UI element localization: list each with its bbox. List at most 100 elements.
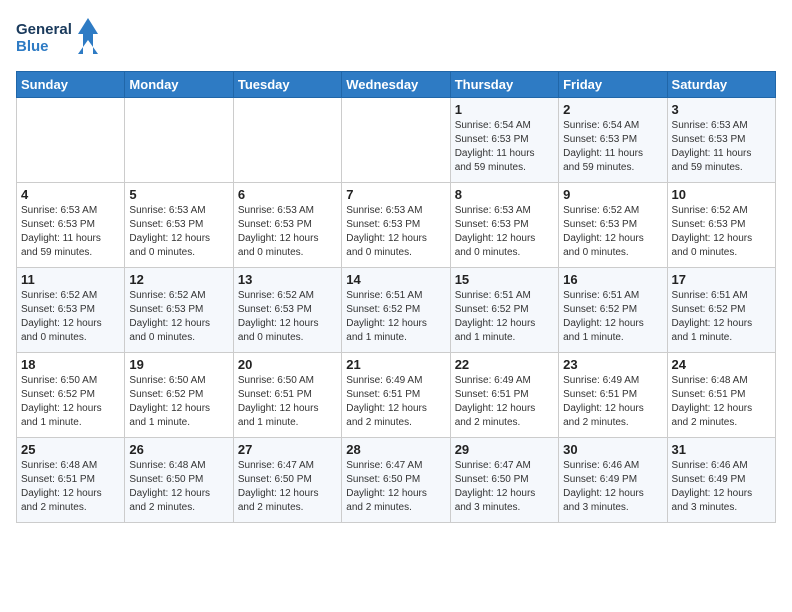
day-number: 2 [563, 102, 662, 117]
day-info: Sunrise: 6:51 AM Sunset: 6:52 PM Dayligh… [346, 289, 445, 345]
calendar-cell [17, 98, 125, 183]
day-number: 24 [672, 357, 771, 372]
day-info: Sunrise: 6:46 AM Sunset: 6:49 PM Dayligh… [672, 459, 771, 515]
day-number: 20 [238, 357, 337, 372]
day-number: 7 [346, 187, 445, 202]
day-number: 8 [455, 187, 554, 202]
logo-svg: General Blue [16, 16, 106, 61]
day-info: Sunrise: 6:49 AM Sunset: 6:51 PM Dayligh… [346, 374, 445, 430]
calendar-cell: 9 Sunrise: 6:52 AM Sunset: 6:53 PM Daylig… [559, 183, 667, 268]
day-number: 5 [129, 187, 228, 202]
calendar-cell: 10 Sunrise: 6:52 AM Sunset: 6:53 PM Dayli… [667, 183, 775, 268]
day-number: 23 [563, 357, 662, 372]
days-of-week-row: SundayMondayTuesdayWednesdayThursdayFrid… [17, 72, 776, 98]
calendar-cell: 6 Sunrise: 6:53 AM Sunset: 6:53 PM Daylig… [233, 183, 341, 268]
logo: General Blue [16, 16, 106, 61]
calendar-cell: 12 Sunrise: 6:52 AM Sunset: 6:53 PM Dayli… [125, 268, 233, 353]
day-info: Sunrise: 6:53 AM Sunset: 6:53 PM Dayligh… [346, 204, 445, 260]
day-info: Sunrise: 6:50 AM Sunset: 6:51 PM Dayligh… [238, 374, 337, 430]
day-info: Sunrise: 6:46 AM Sunset: 6:49 PM Dayligh… [563, 459, 662, 515]
svg-text:Blue: Blue [16, 38, 49, 55]
dow-header-thursday: Thursday [450, 72, 558, 98]
page-header: General Blue [16, 16, 776, 61]
calendar-cell: 25Sunrise: 6:48 AM Sunset: 6:51 PM Dayli… [17, 438, 125, 523]
day-info: Sunrise: 6:52 AM Sunset: 6:53 PM Dayligh… [21, 289, 120, 345]
calendar-cell: 17 Sunrise: 6:51 AM Sunset: 6:52 PM Dayli… [667, 268, 775, 353]
day-info: Sunrise: 6:50 AM Sunset: 6:52 PM Dayligh… [21, 374, 120, 430]
day-number: 6 [238, 187, 337, 202]
calendar-cell: 26 Sunrise: 6:48 AM Sunset: 6:50 PM Dayli… [125, 438, 233, 523]
day-number: 13 [238, 272, 337, 287]
dow-header-friday: Friday [559, 72, 667, 98]
calendar-week-1: 1 Sunrise: 6:54 AM Sunset: 6:53 PM Daylig… [17, 98, 776, 183]
calendar-table: SundayMondayTuesdayWednesdayThursdayFrid… [16, 71, 776, 523]
day-info: Sunrise: 6:47 AM Sunset: 6:50 PM Dayligh… [455, 459, 554, 515]
day-info: Sunrise: 6:50 AM Sunset: 6:52 PM Dayligh… [129, 374, 228, 430]
day-info: Sunrise: 6:53 AM Sunset: 6:53 PM Dayligh… [21, 204, 120, 260]
calendar-cell: 14 Sunrise: 6:51 AM Sunset: 6:52 PM Dayli… [342, 268, 450, 353]
day-info: Sunrise: 6:52 AM Sunset: 6:53 PM Dayligh… [129, 289, 228, 345]
calendar-cell: 19 Sunrise: 6:50 AM Sunset: 6:52 PM Dayli… [125, 353, 233, 438]
dow-header-monday: Monday [125, 72, 233, 98]
dow-header-tuesday: Tuesday [233, 72, 341, 98]
day-number: 27 [238, 442, 337, 457]
calendar-cell: 24 Sunrise: 6:48 AM Sunset: 6:51 PM Dayli… [667, 353, 775, 438]
day-info: Sunrise: 6:49 AM Sunset: 6:51 PM Dayligh… [455, 374, 554, 430]
day-info: Sunrise: 6:47 AM Sunset: 6:50 PM Dayligh… [346, 459, 445, 515]
day-number: 14 [346, 272, 445, 287]
day-number: 16 [563, 272, 662, 287]
day-number: 17 [672, 272, 771, 287]
day-info: Sunrise: 6:54 AM Sunset: 6:53 PM Dayligh… [563, 119, 662, 175]
day-number: 12 [129, 272, 228, 287]
calendar-cell: 16 Sunrise: 6:51 AM Sunset: 6:52 PM Dayli… [559, 268, 667, 353]
dow-header-saturday: Saturday [667, 72, 775, 98]
calendar-cell: 8 Sunrise: 6:53 AM Sunset: 6:53 PM Daylig… [450, 183, 558, 268]
calendar-cell: 11 Sunrise: 6:52 AM Sunset: 6:53 PM Dayli… [17, 268, 125, 353]
calendar-cell: 1 Sunrise: 6:54 AM Sunset: 6:53 PM Daylig… [450, 98, 558, 183]
calendar-cell: 13Sunrise: 6:52 AM Sunset: 6:53 PM Dayli… [233, 268, 341, 353]
day-info: Sunrise: 6:51 AM Sunset: 6:52 PM Dayligh… [563, 289, 662, 345]
day-number: 15 [455, 272, 554, 287]
day-number: 29 [455, 442, 554, 457]
day-info: Sunrise: 6:53 AM Sunset: 6:53 PM Dayligh… [238, 204, 337, 260]
day-info: Sunrise: 6:53 AM Sunset: 6:53 PM Dayligh… [129, 204, 228, 260]
calendar-cell: 23 Sunrise: 6:49 AM Sunset: 6:51 PM Dayli… [559, 353, 667, 438]
calendar-cell: 20 Sunrise: 6:50 AM Sunset: 6:51 PM Dayli… [233, 353, 341, 438]
day-info: Sunrise: 6:49 AM Sunset: 6:51 PM Dayligh… [563, 374, 662, 430]
day-info: Sunrise: 6:51 AM Sunset: 6:52 PM Dayligh… [672, 289, 771, 345]
day-number: 19 [129, 357, 228, 372]
calendar-body: 1 Sunrise: 6:54 AM Sunset: 6:53 PM Daylig… [17, 98, 776, 523]
calendar-cell: 28 Sunrise: 6:47 AM Sunset: 6:50 PM Dayli… [342, 438, 450, 523]
calendar-cell [342, 98, 450, 183]
day-number: 3 [672, 102, 771, 117]
day-info: Sunrise: 6:53 AM Sunset: 6:53 PM Dayligh… [455, 204, 554, 260]
day-number: 4 [21, 187, 120, 202]
day-info: Sunrise: 6:52 AM Sunset: 6:53 PM Dayligh… [563, 204, 662, 260]
dow-header-sunday: Sunday [17, 72, 125, 98]
day-number: 1 [455, 102, 554, 117]
day-info: Sunrise: 6:48 AM Sunset: 6:51 PM Dayligh… [672, 374, 771, 430]
calendar-cell: 5 Sunrise: 6:53 AM Sunset: 6:53 PM Daylig… [125, 183, 233, 268]
day-number: 11 [21, 272, 120, 287]
dow-header-wednesday: Wednesday [342, 72, 450, 98]
calendar-week-5: 25Sunrise: 6:48 AM Sunset: 6:51 PM Dayli… [17, 438, 776, 523]
day-number: 10 [672, 187, 771, 202]
day-info: Sunrise: 6:47 AM Sunset: 6:50 PM Dayligh… [238, 459, 337, 515]
calendar-cell: 3Sunrise: 6:53 AM Sunset: 6:53 PM Daylig… [667, 98, 775, 183]
day-info: Sunrise: 6:52 AM Sunset: 6:53 PM Dayligh… [672, 204, 771, 260]
day-number: 9 [563, 187, 662, 202]
calendar-cell: 21 Sunrise: 6:49 AM Sunset: 6:51 PM Dayli… [342, 353, 450, 438]
calendar-week-2: 4 Sunrise: 6:53 AM Sunset: 6:53 PM Daylig… [17, 183, 776, 268]
calendar-cell: 27 Sunrise: 6:47 AM Sunset: 6:50 PM Dayli… [233, 438, 341, 523]
day-number: 25 [21, 442, 120, 457]
svg-text:General: General [16, 21, 72, 38]
day-number: 26 [129, 442, 228, 457]
calendar-cell: 15Sunrise: 6:51 AM Sunset: 6:52 PM Dayli… [450, 268, 558, 353]
day-number: 22 [455, 357, 554, 372]
day-number: 21 [346, 357, 445, 372]
day-info: Sunrise: 6:54 AM Sunset: 6:53 PM Dayligh… [455, 119, 554, 175]
calendar-cell: 31Sunrise: 6:46 AM Sunset: 6:49 PM Dayli… [667, 438, 775, 523]
day-info: Sunrise: 6:48 AM Sunset: 6:50 PM Dayligh… [129, 459, 228, 515]
day-number: 28 [346, 442, 445, 457]
calendar-cell [125, 98, 233, 183]
